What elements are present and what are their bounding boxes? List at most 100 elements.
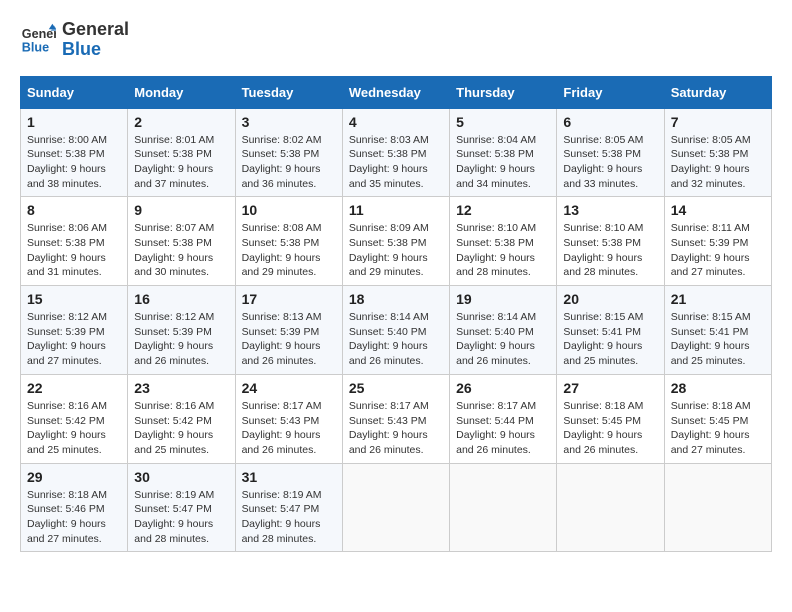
calendar-day-cell: 12 Sunrise: 8:10 AM Sunset: 5:38 PM Dayl… bbox=[450, 197, 557, 286]
day-info: Sunrise: 8:19 AM Sunset: 5:47 PM Dayligh… bbox=[242, 488, 336, 547]
sunset-label: Sunset: 5:45 PM bbox=[671, 415, 749, 427]
logo-icon: General Blue bbox=[20, 22, 56, 58]
sunrise-label: Sunrise: 8:05 AM bbox=[563, 134, 643, 146]
sunset-label: Sunset: 5:38 PM bbox=[134, 237, 212, 249]
weekday-header: Monday bbox=[128, 76, 235, 108]
weekday-header: Tuesday bbox=[235, 76, 342, 108]
calendar-day-cell: 30 Sunrise: 8:19 AM Sunset: 5:47 PM Dayl… bbox=[128, 463, 235, 552]
day-number: 5 bbox=[456, 114, 550, 130]
day-number: 11 bbox=[349, 202, 443, 218]
calendar-day-cell: 27 Sunrise: 8:18 AM Sunset: 5:45 PM Dayl… bbox=[557, 374, 664, 463]
calendar-header-row: SundayMondayTuesdayWednesdayThursdayFrid… bbox=[21, 76, 772, 108]
sunset-label: Sunset: 5:38 PM bbox=[242, 237, 320, 249]
day-number: 20 bbox=[563, 291, 657, 307]
day-info: Sunrise: 8:06 AM Sunset: 5:38 PM Dayligh… bbox=[27, 221, 121, 280]
calendar-day-cell: 16 Sunrise: 8:12 AM Sunset: 5:39 PM Dayl… bbox=[128, 286, 235, 375]
day-info: Sunrise: 8:03 AM Sunset: 5:38 PM Dayligh… bbox=[349, 133, 443, 192]
sunset-label: Sunset: 5:40 PM bbox=[456, 326, 534, 338]
calendar-body: 1 Sunrise: 8:00 AM Sunset: 5:38 PM Dayli… bbox=[21, 108, 772, 552]
sunset-label: Sunset: 5:47 PM bbox=[134, 503, 212, 515]
svg-text:General: General bbox=[22, 27, 56, 41]
day-info: Sunrise: 8:07 AM Sunset: 5:38 PM Dayligh… bbox=[134, 221, 228, 280]
daylight-label: Daylight: 9 hours and 29 minutes. bbox=[242, 252, 321, 279]
day-info: Sunrise: 8:15 AM Sunset: 5:41 PM Dayligh… bbox=[671, 310, 765, 369]
sunrise-label: Sunrise: 8:02 AM bbox=[242, 134, 322, 146]
sunrise-label: Sunrise: 8:12 AM bbox=[27, 311, 107, 323]
calendar-day-cell: 7 Sunrise: 8:05 AM Sunset: 5:38 PM Dayli… bbox=[664, 108, 771, 197]
calendar-week-row: 15 Sunrise: 8:12 AM Sunset: 5:39 PM Dayl… bbox=[21, 286, 772, 375]
day-info: Sunrise: 8:17 AM Sunset: 5:43 PM Dayligh… bbox=[242, 399, 336, 458]
sunrise-label: Sunrise: 8:18 AM bbox=[563, 400, 643, 412]
calendar-day-cell: 15 Sunrise: 8:12 AM Sunset: 5:39 PM Dayl… bbox=[21, 286, 128, 375]
sunrise-label: Sunrise: 8:06 AM bbox=[27, 222, 107, 234]
calendar-week-row: 22 Sunrise: 8:16 AM Sunset: 5:42 PM Dayl… bbox=[21, 374, 772, 463]
daylight-label: Daylight: 9 hours and 32 minutes. bbox=[671, 163, 750, 190]
calendar-day-cell: 28 Sunrise: 8:18 AM Sunset: 5:45 PM Dayl… bbox=[664, 374, 771, 463]
weekday-header: Thursday bbox=[450, 76, 557, 108]
day-number: 23 bbox=[134, 380, 228, 396]
day-number: 21 bbox=[671, 291, 765, 307]
daylight-label: Daylight: 9 hours and 26 minutes. bbox=[349, 340, 428, 367]
calendar-day-cell: 11 Sunrise: 8:09 AM Sunset: 5:38 PM Dayl… bbox=[342, 197, 449, 286]
day-number: 13 bbox=[563, 202, 657, 218]
sunset-label: Sunset: 5:40 PM bbox=[349, 326, 427, 338]
sunrise-label: Sunrise: 8:19 AM bbox=[242, 489, 322, 501]
daylight-label: Daylight: 9 hours and 25 minutes. bbox=[671, 340, 750, 367]
sunset-label: Sunset: 5:44 PM bbox=[456, 415, 534, 427]
sunset-label: Sunset: 5:38 PM bbox=[27, 148, 105, 160]
calendar-day-cell: 19 Sunrise: 8:14 AM Sunset: 5:40 PM Dayl… bbox=[450, 286, 557, 375]
day-number: 28 bbox=[671, 380, 765, 396]
sunset-label: Sunset: 5:39 PM bbox=[671, 237, 749, 249]
day-info: Sunrise: 8:11 AM Sunset: 5:39 PM Dayligh… bbox=[671, 221, 765, 280]
sunrise-label: Sunrise: 8:05 AM bbox=[671, 134, 751, 146]
sunset-label: Sunset: 5:41 PM bbox=[671, 326, 749, 338]
day-number: 1 bbox=[27, 114, 121, 130]
daylight-label: Daylight: 9 hours and 28 minutes. bbox=[563, 252, 642, 279]
day-info: Sunrise: 8:01 AM Sunset: 5:38 PM Dayligh… bbox=[134, 133, 228, 192]
day-info: Sunrise: 8:18 AM Sunset: 5:46 PM Dayligh… bbox=[27, 488, 121, 547]
sunset-label: Sunset: 5:38 PM bbox=[134, 148, 212, 160]
day-number: 18 bbox=[349, 291, 443, 307]
sunset-label: Sunset: 5:41 PM bbox=[563, 326, 641, 338]
sunrise-label: Sunrise: 8:12 AM bbox=[134, 311, 214, 323]
day-number: 24 bbox=[242, 380, 336, 396]
sunrise-label: Sunrise: 8:16 AM bbox=[27, 400, 107, 412]
calendar-day-cell bbox=[557, 463, 664, 552]
daylight-label: Daylight: 9 hours and 28 minutes. bbox=[242, 518, 321, 545]
sunrise-label: Sunrise: 8:03 AM bbox=[349, 134, 429, 146]
calendar-table: SundayMondayTuesdayWednesdayThursdayFrid… bbox=[20, 76, 772, 553]
sunrise-label: Sunrise: 8:04 AM bbox=[456, 134, 536, 146]
daylight-label: Daylight: 9 hours and 38 minutes. bbox=[27, 163, 106, 190]
sunset-label: Sunset: 5:38 PM bbox=[671, 148, 749, 160]
calendar-day-cell: 29 Sunrise: 8:18 AM Sunset: 5:46 PM Dayl… bbox=[21, 463, 128, 552]
daylight-label: Daylight: 9 hours and 26 minutes. bbox=[456, 340, 535, 367]
day-info: Sunrise: 8:17 AM Sunset: 5:43 PM Dayligh… bbox=[349, 399, 443, 458]
daylight-label: Daylight: 9 hours and 26 minutes. bbox=[349, 429, 428, 456]
daylight-label: Daylight: 9 hours and 29 minutes. bbox=[349, 252, 428, 279]
day-number: 3 bbox=[242, 114, 336, 130]
daylight-label: Daylight: 9 hours and 25 minutes. bbox=[563, 340, 642, 367]
day-info: Sunrise: 8:12 AM Sunset: 5:39 PM Dayligh… bbox=[134, 310, 228, 369]
day-number: 22 bbox=[27, 380, 121, 396]
calendar-week-row: 8 Sunrise: 8:06 AM Sunset: 5:38 PM Dayli… bbox=[21, 197, 772, 286]
day-info: Sunrise: 8:04 AM Sunset: 5:38 PM Dayligh… bbox=[456, 133, 550, 192]
calendar-day-cell: 14 Sunrise: 8:11 AM Sunset: 5:39 PM Dayl… bbox=[664, 197, 771, 286]
sunrise-label: Sunrise: 8:14 AM bbox=[349, 311, 429, 323]
day-info: Sunrise: 8:09 AM Sunset: 5:38 PM Dayligh… bbox=[349, 221, 443, 280]
daylight-label: Daylight: 9 hours and 27 minutes. bbox=[671, 252, 750, 279]
sunrise-label: Sunrise: 8:15 AM bbox=[671, 311, 751, 323]
sunrise-label: Sunrise: 8:00 AM bbox=[27, 134, 107, 146]
logo-text-line1: General bbox=[62, 20, 129, 40]
logo: General Blue General Blue bbox=[20, 20, 129, 60]
sunset-label: Sunset: 5:46 PM bbox=[27, 503, 105, 515]
day-info: Sunrise: 8:14 AM Sunset: 5:40 PM Dayligh… bbox=[349, 310, 443, 369]
weekday-header: Wednesday bbox=[342, 76, 449, 108]
sunset-label: Sunset: 5:39 PM bbox=[134, 326, 212, 338]
day-number: 17 bbox=[242, 291, 336, 307]
day-info: Sunrise: 8:05 AM Sunset: 5:38 PM Dayligh… bbox=[671, 133, 765, 192]
day-number: 30 bbox=[134, 469, 228, 485]
sunset-label: Sunset: 5:39 PM bbox=[27, 326, 105, 338]
sunrise-label: Sunrise: 8:01 AM bbox=[134, 134, 214, 146]
calendar-day-cell: 13 Sunrise: 8:10 AM Sunset: 5:38 PM Dayl… bbox=[557, 197, 664, 286]
day-info: Sunrise: 8:12 AM Sunset: 5:39 PM Dayligh… bbox=[27, 310, 121, 369]
